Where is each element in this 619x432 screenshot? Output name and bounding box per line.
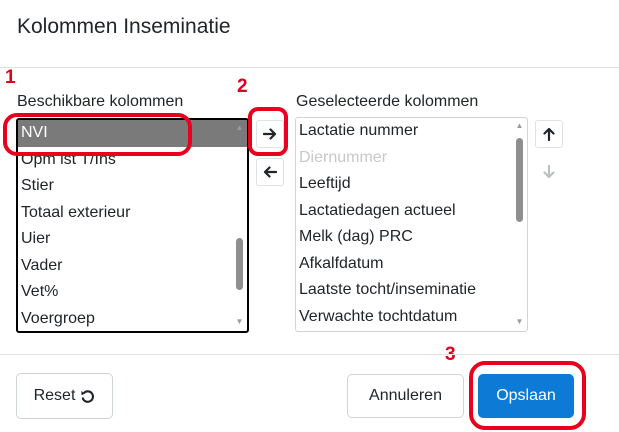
move-down-button[interactable] (535, 158, 563, 186)
save-button[interactable]: Opslaan (478, 374, 574, 418)
list-item[interactable]: Opm lst T/Ins (18, 147, 247, 174)
scroll-down-icon[interactable]: ▼ (235, 317, 244, 326)
scrollbar-thumb[interactable] (516, 138, 523, 222)
list-item[interactable]: Lactatiedagen actueel (296, 198, 527, 225)
scroll-up-icon[interactable]: ▲ (515, 121, 524, 130)
footer-divider (0, 354, 619, 355)
available-scrollbar[interactable]: ▲ ▼ (232, 120, 247, 331)
selected-columns-list[interactable]: Lactatie nummer Diernummer Leeftijd Lact… (295, 117, 528, 332)
step-number-3: 3 (445, 344, 456, 366)
list-item[interactable]: Stier (18, 173, 247, 200)
arrow-left-icon (263, 166, 277, 178)
move-left-button[interactable] (256, 158, 284, 186)
list-item[interactable]: Totaal exterieur (18, 200, 247, 227)
move-right-button[interactable] (256, 120, 284, 148)
arrow-down-icon (543, 165, 555, 179)
reset-label: Reset (33, 387, 76, 404)
cancel-button[interactable]: Annuleren (347, 374, 464, 418)
list-item[interactable]: Leeftijd (296, 171, 527, 198)
list-item[interactable]: Verwachte tochtdatum (296, 304, 527, 331)
scroll-down-icon[interactable]: ▼ (515, 317, 524, 326)
list-item[interactable]: Vet% (18, 279, 247, 306)
list-item[interactable]: Melk (dag) PRC (296, 224, 527, 251)
scroll-up-icon[interactable]: ▲ (235, 123, 244, 132)
step-number-2: 2 (237, 76, 248, 97)
step-number-1: 1 (5, 67, 16, 88)
undo-icon (81, 389, 95, 403)
list-item[interactable]: Vader (18, 253, 247, 280)
list-item[interactable]: Afkalfdatum (296, 251, 527, 278)
available-columns-label: Beschikbare kolommen (17, 93, 184, 110)
dialog-title: Kolommen Inseminatie (17, 15, 231, 38)
list-item[interactable]: Uier (18, 226, 247, 253)
list-item-nvi[interactable]: NVI (18, 120, 247, 147)
list-item[interactable]: Lactatie nummer (296, 118, 527, 145)
list-item[interactable]: Laatste tocht/inseminatie (296, 277, 527, 304)
move-up-button[interactable] (535, 120, 563, 148)
available-columns-list[interactable]: NVI Opm lst T/Ins Stier Totaal exterieur… (16, 118, 249, 333)
arrow-right-icon (263, 128, 277, 140)
header-divider (0, 67, 619, 68)
list-item[interactable]: Voergroep (18, 306, 247, 332)
selected-columns-label: Geselecteerde kolommen (296, 93, 479, 110)
arrow-up-icon (543, 127, 555, 141)
scrollbar-thumb[interactable] (236, 238, 243, 290)
selected-scrollbar[interactable]: ▲ ▼ (512, 118, 527, 331)
reset-button[interactable]: Reset (16, 373, 113, 419)
list-item-disabled: Diernummer (299, 148, 388, 166)
